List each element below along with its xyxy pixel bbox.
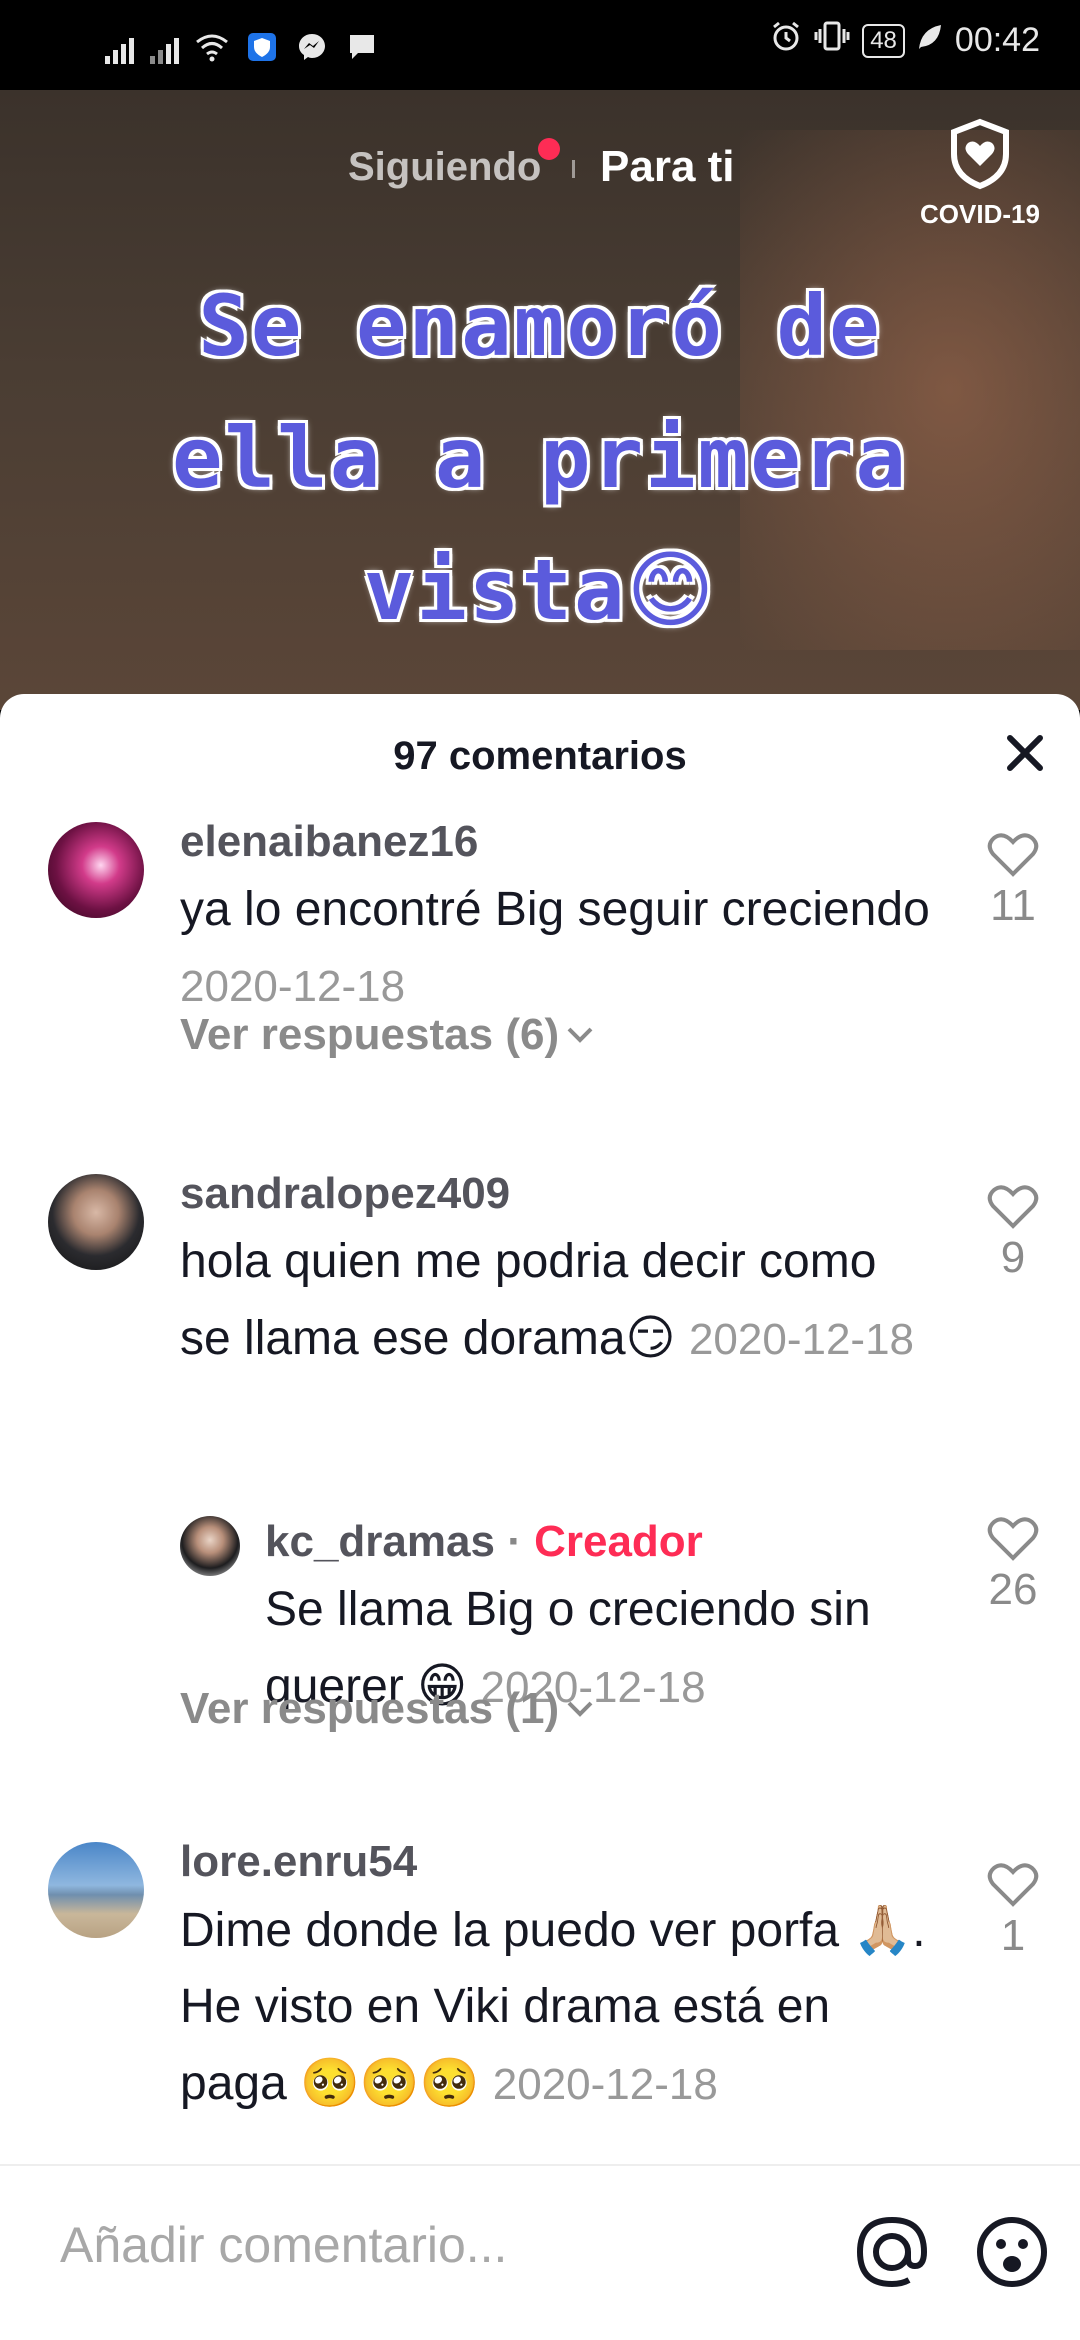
reply-header: kc_dramas · Creador [265, 1514, 945, 1570]
shield-heart-icon [951, 118, 1009, 190]
messenger-icon [295, 30, 329, 64]
avatar[interactable] [48, 1842, 144, 1938]
caption-line: ella a primera [171, 409, 908, 507]
video-player[interactable]: Siguiendo Para ti COVID-19 Se enamoró de… [0, 90, 1080, 710]
smirk-emoji: 😏 [625, 1310, 676, 1366]
signal-icon [105, 38, 134, 64]
status-left-icons [105, 24, 379, 64]
comment-text: Dime donde la puedo ver porfa 🙏🏼. He vis… [180, 1892, 940, 2123]
like-count: 11 [990, 881, 1036, 930]
comments-sheet: 97 comentarios elenaibanez16 ya lo encon… [0, 694, 1080, 2340]
chevron-down-icon [567, 1701, 593, 1717]
comment-username[interactable]: sandralopez409 [180, 1166, 940, 1222]
avatar[interactable] [48, 822, 144, 918]
view-replies-button[interactable]: Ver respuestas (1) [180, 1684, 595, 1734]
tab-for-you[interactable]: Para ti [600, 142, 735, 192]
shield-app-icon [245, 30, 279, 64]
comment-username[interactable]: kc_dramas [265, 1517, 495, 1566]
emoji-button[interactable] [974, 2214, 1050, 2290]
vibrate-icon [814, 20, 850, 61]
comment-body: ya lo encontré Big seguir creciendo [180, 883, 930, 936]
like-count: 1 [1000, 1911, 1026, 1960]
like-button[interactable]: 11 [978, 832, 1048, 931]
face-icon [977, 2217, 1047, 2287]
status-bar: 48 00:42 [0, 0, 1080, 90]
video-caption: Se enamoró de ella a primera vista😊 [0, 260, 1080, 656]
like-count: 26 [988, 1565, 1038, 1614]
chat-icon [345, 30, 379, 64]
view-replies-label: Ver respuestas (6) [180, 1010, 560, 1059]
caption-line: Se enamoró de [198, 277, 882, 375]
heart-icon [987, 833, 1039, 877]
caption-line: vista😊 [0, 524, 1080, 656]
covid-label: COVID-19 [920, 199, 1040, 229]
alarm-icon [770, 20, 802, 61]
tab-separator [572, 160, 575, 178]
close-button[interactable] [1000, 728, 1050, 778]
comments-count-title: 97 comentarios [393, 734, 687, 778]
like-button[interactable]: 1 [978, 1862, 1048, 1961]
comment-username[interactable]: lore.enru54 [180, 1834, 940, 1890]
comment-text: hola quien me podria decir como se llama… [180, 1224, 940, 1378]
signal-icon [150, 38, 179, 64]
battery-icon: 48 [862, 23, 905, 58]
heart-icon [987, 1517, 1039, 1561]
heart-icon [987, 1185, 1039, 1229]
notification-dot [538, 138, 560, 160]
like-button[interactable]: 26 [978, 1516, 1048, 1615]
pray-emoji: 🙏🏼 [852, 1902, 913, 1958]
avatar[interactable] [180, 1516, 240, 1576]
avatar[interactable] [48, 1174, 144, 1270]
view-replies-button[interactable]: Ver respuestas (6) [180, 1010, 595, 1060]
heart-icon [987, 1863, 1039, 1907]
comment-text: ya lo encontré Big seguir creciendo 2020… [180, 872, 940, 1025]
leaf-icon [917, 21, 943, 60]
tab-following[interactable]: Siguiendo [348, 145, 541, 190]
at-icon [856, 2216, 928, 2288]
creator-badge: Creador [534, 1517, 703, 1566]
mention-button[interactable] [854, 2214, 930, 2290]
comment-input-bar: Añadir comentario... [0, 2164, 1080, 2340]
view-replies-label: Ver respuestas (1) [180, 1684, 560, 1733]
caption-text: vista [363, 541, 627, 639]
comment-date: 2020-12-18 [180, 962, 406, 1011]
comment-date: 2020-12-18 [688, 1315, 915, 1364]
status-time: 00:42 [954, 21, 1040, 59]
comment-username[interactable]: elenaibanez16 [180, 814, 940, 870]
comment-input[interactable]: Añadir comentario... [60, 2216, 507, 2274]
chevron-down-icon [567, 1027, 593, 1043]
covid-button[interactable]: COVID-19 [910, 118, 1050, 230]
separator: · [507, 1517, 522, 1566]
like-count: 9 [1000, 1233, 1026, 1282]
close-icon [1007, 735, 1043, 771]
comment-body: Dime donde la puedo ver porfa [180, 1904, 840, 1957]
like-button[interactable]: 9 [978, 1184, 1048, 1283]
status-right-icons: 48 00:42 [770, 20, 1040, 61]
smile-emoji: 😊 [626, 541, 717, 639]
wifi-icon [195, 30, 229, 64]
comment-date: 2020-12-18 [492, 2060, 718, 2109]
pleading-emoji: 🥺🥺🥺 [300, 2055, 480, 2111]
